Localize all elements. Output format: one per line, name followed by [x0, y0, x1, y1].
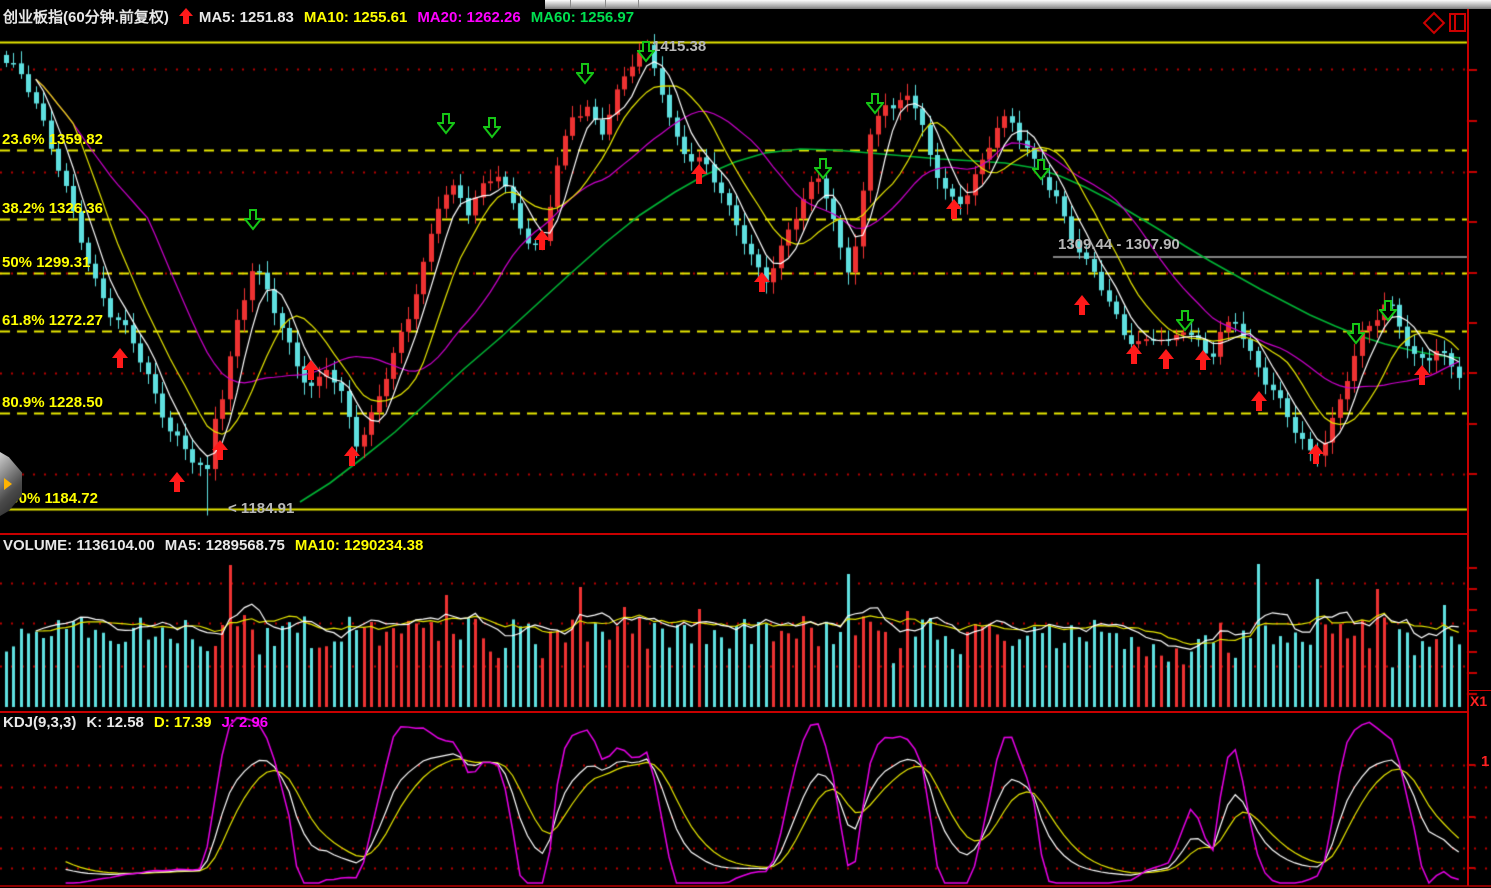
fib-level-label: 23.6% 1359.82: [2, 131, 103, 148]
volume-ma5-label: MA5: 1289568.75: [165, 537, 285, 554]
kdj-title: KDJ(9,3,3): [3, 714, 76, 731]
unit-box-line: [1467, 690, 1491, 691]
kdj-j-label: J: 2.96: [221, 714, 268, 731]
buy-signal-arrow: [1308, 444, 1324, 465]
buy-signal-arrow: [112, 348, 128, 369]
volume-kdj-separator: [0, 711, 1468, 713]
buy-signal-arrow: [1195, 350, 1211, 371]
ma10-value-label: MA10: 1255.61: [304, 9, 407, 26]
low-price-label: < 1184.91: [228, 500, 294, 517]
buy-signal-arrow: [1251, 391, 1267, 412]
sell-signal-arrow: [814, 157, 832, 180]
sell-signal-arrow: [1032, 158, 1050, 181]
sell-signal-arrow: [1176, 309, 1194, 332]
bottom-border: [0, 885, 1491, 887]
fib-level-label: 80.9% 1228.50: [2, 394, 103, 411]
sell-signal-arrow: [437, 112, 455, 135]
buy-signal-arrow: [1126, 344, 1142, 365]
buy-signal-arrow: [754, 272, 770, 293]
buy-signal-arrow: [534, 230, 550, 251]
fib-level-label: 61.8% 1272.27: [2, 312, 103, 329]
window-top-strip: [545, 0, 1491, 9]
buy-signal-arrow: [303, 360, 319, 381]
buy-signal-arrow: [344, 446, 360, 467]
sell-signal-arrow: [1379, 299, 1397, 322]
buy-signal-arrow: [1158, 349, 1174, 370]
up-arrow-icon: [179, 9, 193, 26]
sell-signal-arrow: [866, 92, 884, 115]
main-chart-header: 创业板指(60分钟.前复权) MA5: 1251.83 MA10: 1255.61 M…: [3, 6, 644, 27]
main-volume-separator: [0, 533, 1468, 535]
volume-header: VOLUME: 1136104.00 MA5: 1289568.75 MA10: 1…: [3, 537, 433, 554]
sell-signal-arrow: [244, 208, 262, 231]
instrument-title: 创业板指(60分钟.前复权): [3, 9, 169, 26]
kdj-header: KDJ(9,3,3) K: 12.58 D: 17.39 J: 2.96: [3, 714, 278, 731]
volume-value-label: VOLUME: 1136104.00: [3, 537, 155, 554]
kdj-axis-label: 1: [1481, 753, 1489, 770]
sell-signal-arrow: [1347, 322, 1365, 345]
volume-unit-label: X1: [1470, 693, 1487, 709]
buy-signal-arrow: [946, 199, 962, 220]
buy-signal-arrow: [1414, 365, 1430, 386]
trading-app-window: 创业板指(60分钟.前复权) MA5: 1251.83 MA10: 1255.61 M…: [0, 0, 1491, 888]
fib-level-label: 38.2% 1326.36: [2, 200, 103, 217]
expand-right-icon: [4, 478, 12, 490]
buy-signal-arrow: [1074, 295, 1090, 316]
sell-signal-arrow: [637, 40, 655, 63]
ma5-value-label: MA5: 1251.83: [199, 9, 294, 26]
kdj-k-label: K: 12.58: [86, 714, 144, 731]
high-price-label: 1415.38: [652, 38, 706, 55]
split-window-icon[interactable]: [1449, 13, 1466, 32]
sell-signal-arrow: [483, 116, 501, 139]
ma60-value-label: MA60: 1256.97: [531, 9, 634, 26]
gap-range-label: 1309.44 - 1307.90: [1058, 236, 1180, 253]
volume-ma10-label: MA10: 1290234.38: [295, 537, 423, 554]
buy-signal-arrow: [169, 472, 185, 493]
right-axis-border: [1467, 8, 1469, 886]
kdj-d-label: D: 17.39: [154, 714, 212, 731]
buy-signal-arrow: [691, 164, 707, 185]
sell-signal-arrow: [576, 62, 594, 85]
ma20-value-label: MA20: 1262.26: [417, 9, 520, 26]
buy-signal-arrow: [212, 440, 228, 461]
fib-level-label: 50% 1299.31: [2, 254, 90, 271]
